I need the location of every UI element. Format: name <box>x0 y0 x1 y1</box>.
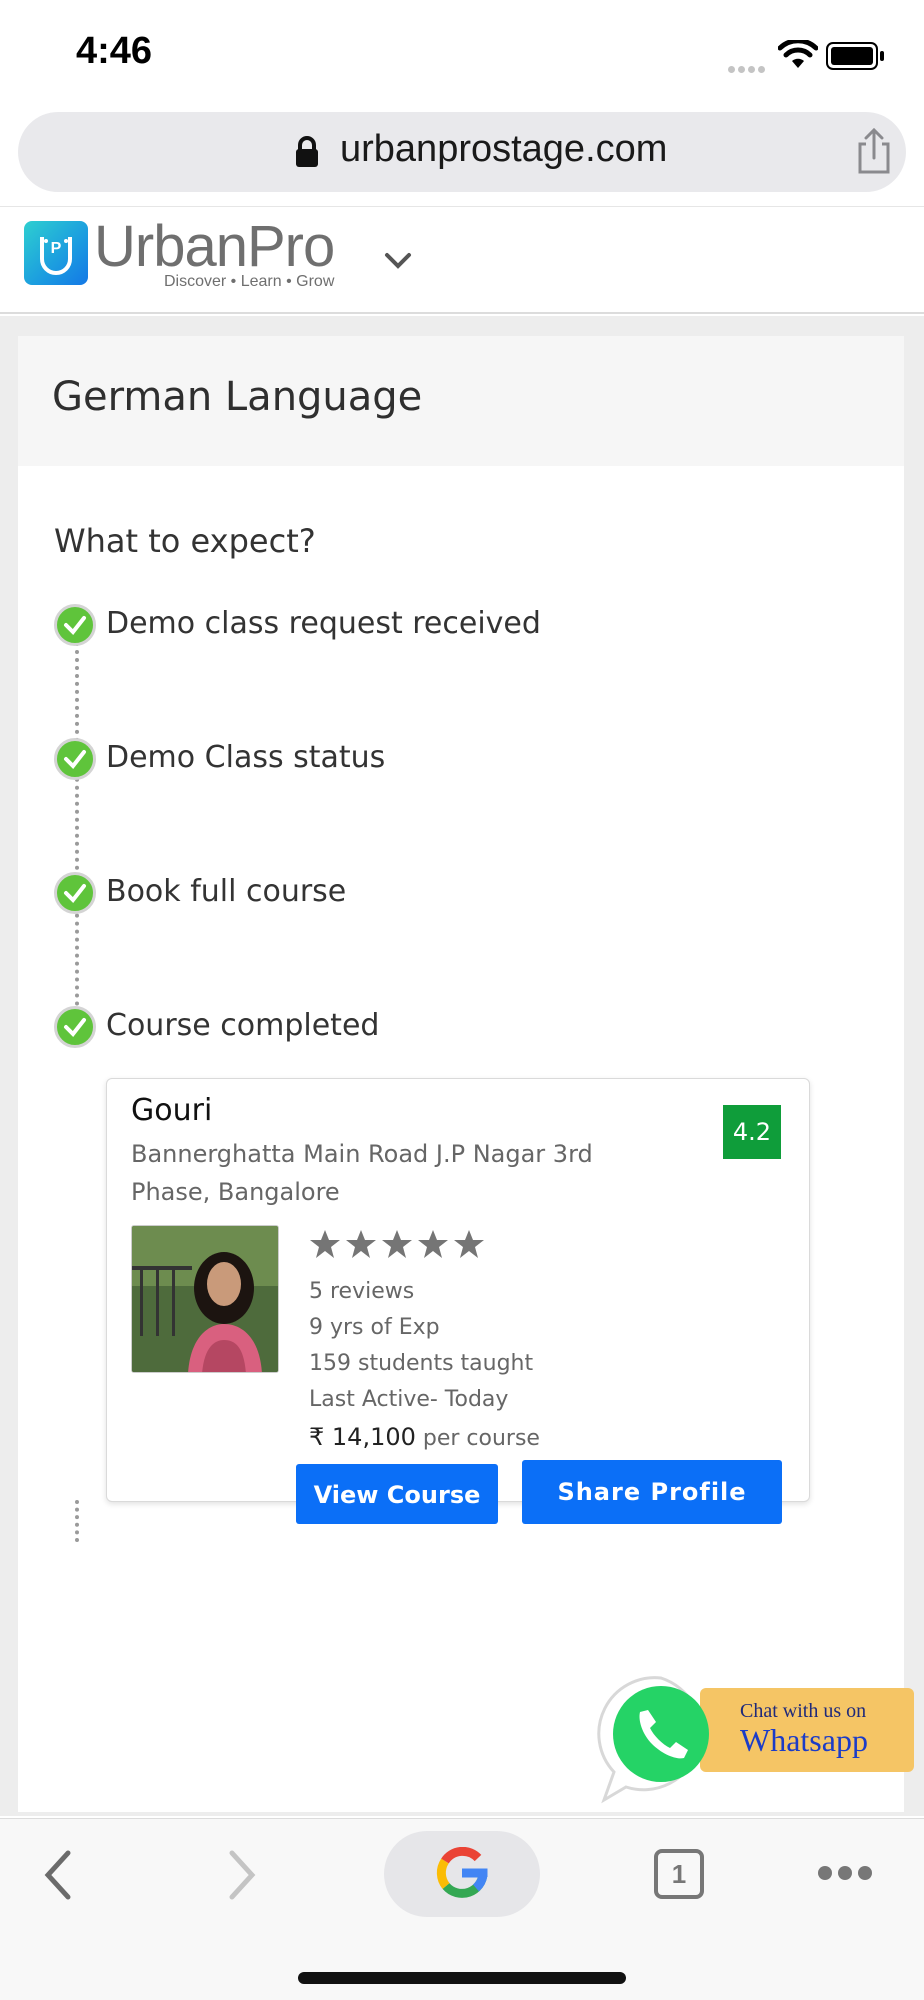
google-icon <box>436 1847 488 1898</box>
svg-text:P: P <box>51 240 62 257</box>
tutor-name: Gouri <box>131 1093 213 1128</box>
step-label: Demo class request received <box>106 606 541 641</box>
step-label: Course completed <box>106 1008 380 1043</box>
tutor-reviews[interactable]: 5 reviews <box>309 1279 414 1304</box>
logo-text[interactable]: UrbanPro <box>94 215 335 279</box>
url-text: urbanprostage.com <box>340 128 668 170</box>
timeline-connector <box>75 626 79 1006</box>
star-rating <box>309 1229 489 1263</box>
share-icon[interactable] <box>854 128 894 174</box>
share-profile-button[interactable]: Share Profile <box>522 1460 782 1524</box>
tutor-price: ₹ 14,100 per course <box>309 1423 540 1451</box>
battery-icon <box>826 42 884 70</box>
tabs-button[interactable]: 1 <box>654 1849 704 1899</box>
home-indicator <box>298 1972 626 1984</box>
signal-icon <box>728 58 768 77</box>
rating-badge: 4.2 <box>723 1105 781 1159</box>
logo-tagline: Discover • Learn • Grow <box>164 273 335 290</box>
back-icon[interactable] <box>40 1849 76 1901</box>
star-icon <box>382 1230 412 1258</box>
tutor-card[interactable]: Gouri Bannerghatta Main Road J.P Nagar 3… <box>106 1078 810 1502</box>
price-unit: per course <box>422 1426 540 1451</box>
course-title: German Language <box>52 374 423 420</box>
wifi-icon <box>778 40 818 68</box>
timeline-connector-end <box>75 1500 79 1542</box>
google-search-button[interactable] <box>384 1831 540 1917</box>
star-icon <box>346 1230 376 1258</box>
price-amount: ₹ 14,100 <box>309 1423 416 1451</box>
urbanpro-logo-icon[interactable]: P <box>24 221 88 285</box>
forward-icon[interactable] <box>224 1849 260 1901</box>
tutor-students: 159 students taught <box>309 1351 534 1376</box>
status-time: 4:46 <box>76 30 153 72</box>
address-bar[interactable]: urbanprostage.com <box>18 112 906 192</box>
star-icon <box>310 1230 340 1258</box>
whatsapp-line1[interactable]: Chat with us on <box>740 1700 866 1723</box>
tutor-experience: 9 yrs of Exp <box>309 1315 440 1340</box>
whatsapp-line2[interactable]: Whatsapp <box>740 1722 868 1759</box>
more-icon[interactable] <box>818 1865 878 1884</box>
expect-title: What to expect? <box>54 522 316 560</box>
whatsapp-icon[interactable] <box>596 1672 726 1806</box>
star-icon <box>418 1230 448 1258</box>
lock-icon <box>296 136 318 167</box>
course-card: German Language What to expect? Demo cla… <box>18 336 904 1812</box>
course-header: German Language <box>18 336 904 466</box>
view-course-button[interactable]: View Course <box>296 1464 498 1524</box>
tutor-last-active: Last Active- Today <box>309 1387 509 1412</box>
avatar[interactable] <box>131 1225 279 1373</box>
chevron-down-icon[interactable] <box>384 251 412 271</box>
check-icon <box>54 738 96 780</box>
step-label: Demo Class status <box>106 740 386 775</box>
check-icon <box>54 872 96 914</box>
status-bar: 4:46 <box>0 0 924 108</box>
tutor-address: Bannerghatta Main Road J.P Nagar 3rd Pha… <box>131 1140 593 1206</box>
site-header: P UrbanPro Discover • Learn • Grow <box>0 206 924 314</box>
step-label: Book full course <box>106 874 347 909</box>
check-icon <box>54 604 96 646</box>
check-icon <box>54 1006 96 1048</box>
star-icon <box>454 1230 484 1258</box>
